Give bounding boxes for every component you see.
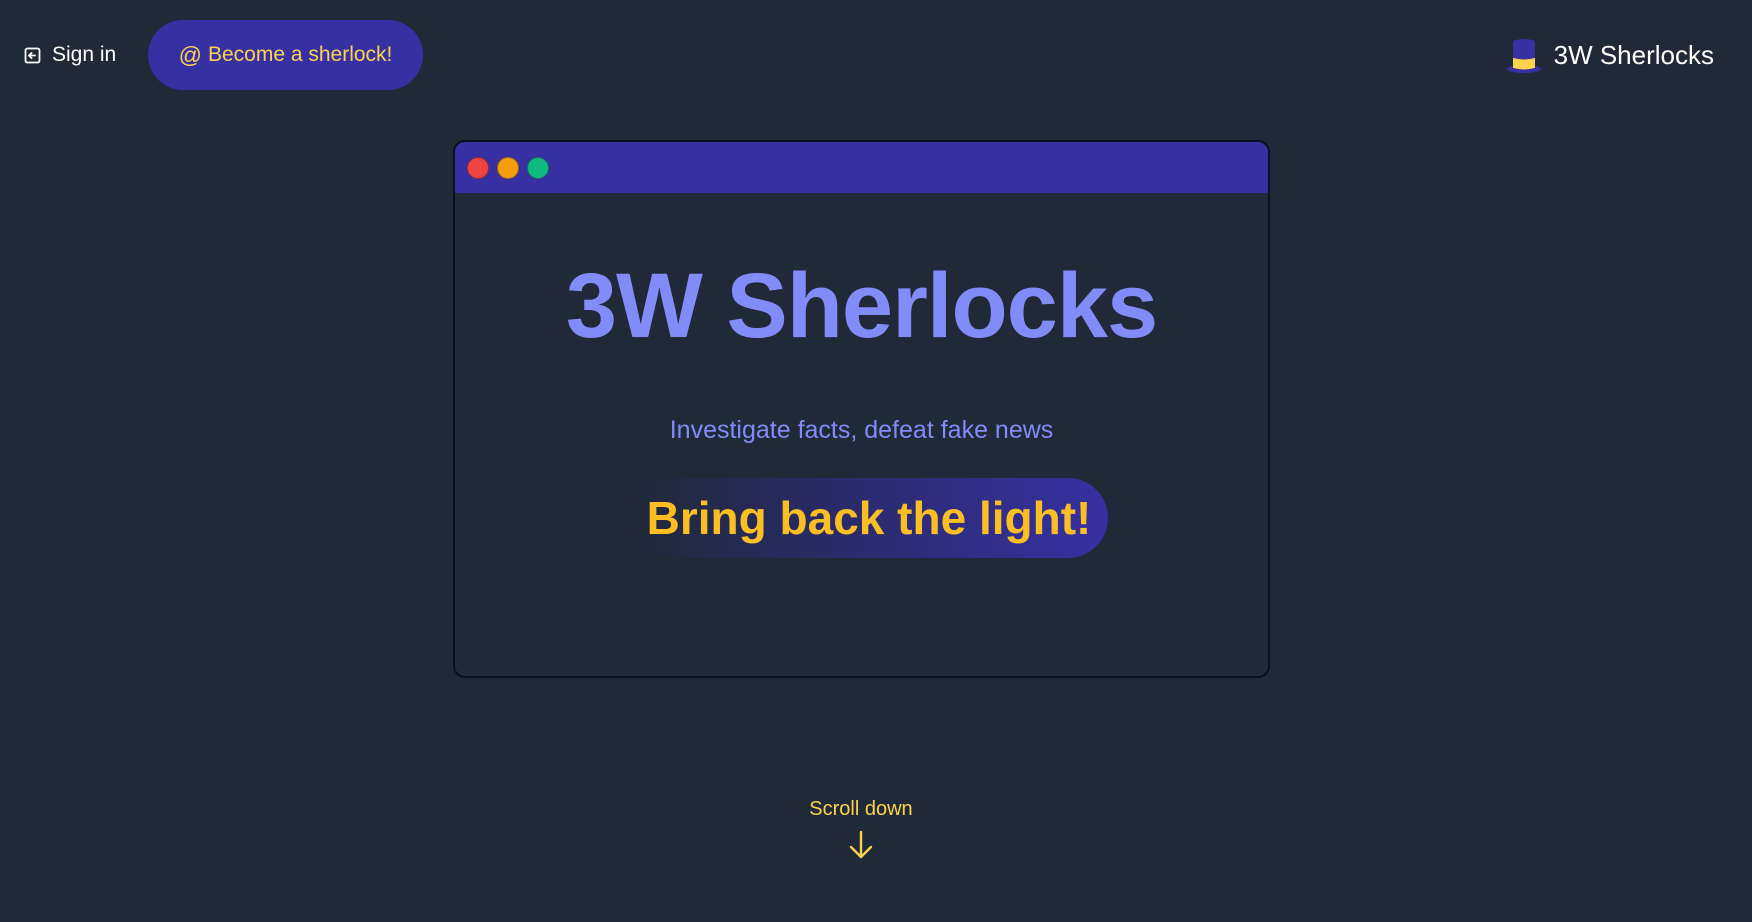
become-sherlock-label: Become a sherlock! [207, 43, 393, 66]
brand-name: 3W Sherlocks [1553, 39, 1714, 70]
hero-subtitle: Investigate facts, defeat fake news [669, 416, 1054, 444]
hero-tagline: Bring back the light! [630, 478, 1108, 558]
arrow-down-icon [849, 830, 873, 859]
at-icon: @ [178, 41, 202, 68]
window-maximize-dot [527, 156, 549, 179]
window-close-dot [467, 156, 489, 179]
window-minimize-dot [497, 156, 519, 179]
hero-title: 3W Sherlocks [565, 255, 1158, 357]
brand-logo[interactable]: 3W Sherlocks [1506, 34, 1714, 76]
scroll-down-link[interactable]: Scroll down [0, 798, 1722, 861]
sign-in-label: Sign in [52, 43, 117, 66]
sign-in-link[interactable]: Sign in [22, 38, 116, 72]
top-hat-icon [1506, 39, 1541, 73]
sign-in-icon [24, 47, 41, 63]
scroll-down-label: Scroll down [809, 798, 913, 820]
hero-tagline-text: Bring back the light! [646, 492, 1092, 544]
window-titlebar [455, 142, 1268, 193]
become-sherlock-button[interactable]: @ Become a sherlock! [148, 20, 423, 90]
hero-window: 3W Sherlocks Investigate facts, defeat f… [453, 140, 1270, 678]
top-navbar: Sign in @ Become a sherlock! 3W Sherlock… [0, 0, 1752, 110]
page: Sign in @ Become a sherlock! 3W Sherlock… [0, 0, 1752, 922]
